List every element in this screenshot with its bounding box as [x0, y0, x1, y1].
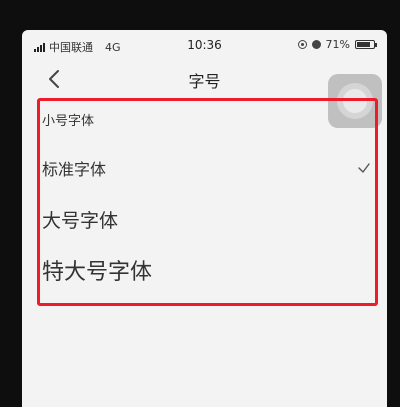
battery-icon — [355, 40, 377, 49]
font-option-label: 大号字体 — [42, 209, 119, 232]
font-option-label: 特大号字体 — [42, 260, 153, 285]
check-icon — [358, 163, 370, 173]
status-right: 71% — [297, 38, 377, 51]
status-bar: 中国联通 4G 10:36 71% — [22, 30, 387, 60]
phone-frame: 中国联通 4G 10:36 71% 字号 小号字体 标准字体 大号字体 特大号字… — [0, 0, 400, 407]
font-option-label: 小号字体 — [42, 113, 95, 129]
font-option-standard[interactable]: 标准字体 — [22, 142, 387, 194]
font-size-list: 小号字体 标准字体 大号字体 特大号字体 — [22, 96, 387, 296]
alarm-icon — [311, 40, 321, 49]
orientation-lock-icon — [297, 40, 307, 49]
battery-percent: 71% — [325, 38, 350, 51]
font-option-label: 标准字体 — [42, 160, 107, 179]
font-option-large[interactable]: 大号字体 — [22, 194, 387, 244]
font-option-extra-large[interactable]: 特大号字体 — [22, 244, 387, 296]
font-option-small[interactable]: 小号字体 — [22, 96, 387, 142]
app-screen: 中国联通 4G 10:36 71% 字号 小号字体 标准字体 大号字体 特大号字… — [22, 30, 387, 407]
